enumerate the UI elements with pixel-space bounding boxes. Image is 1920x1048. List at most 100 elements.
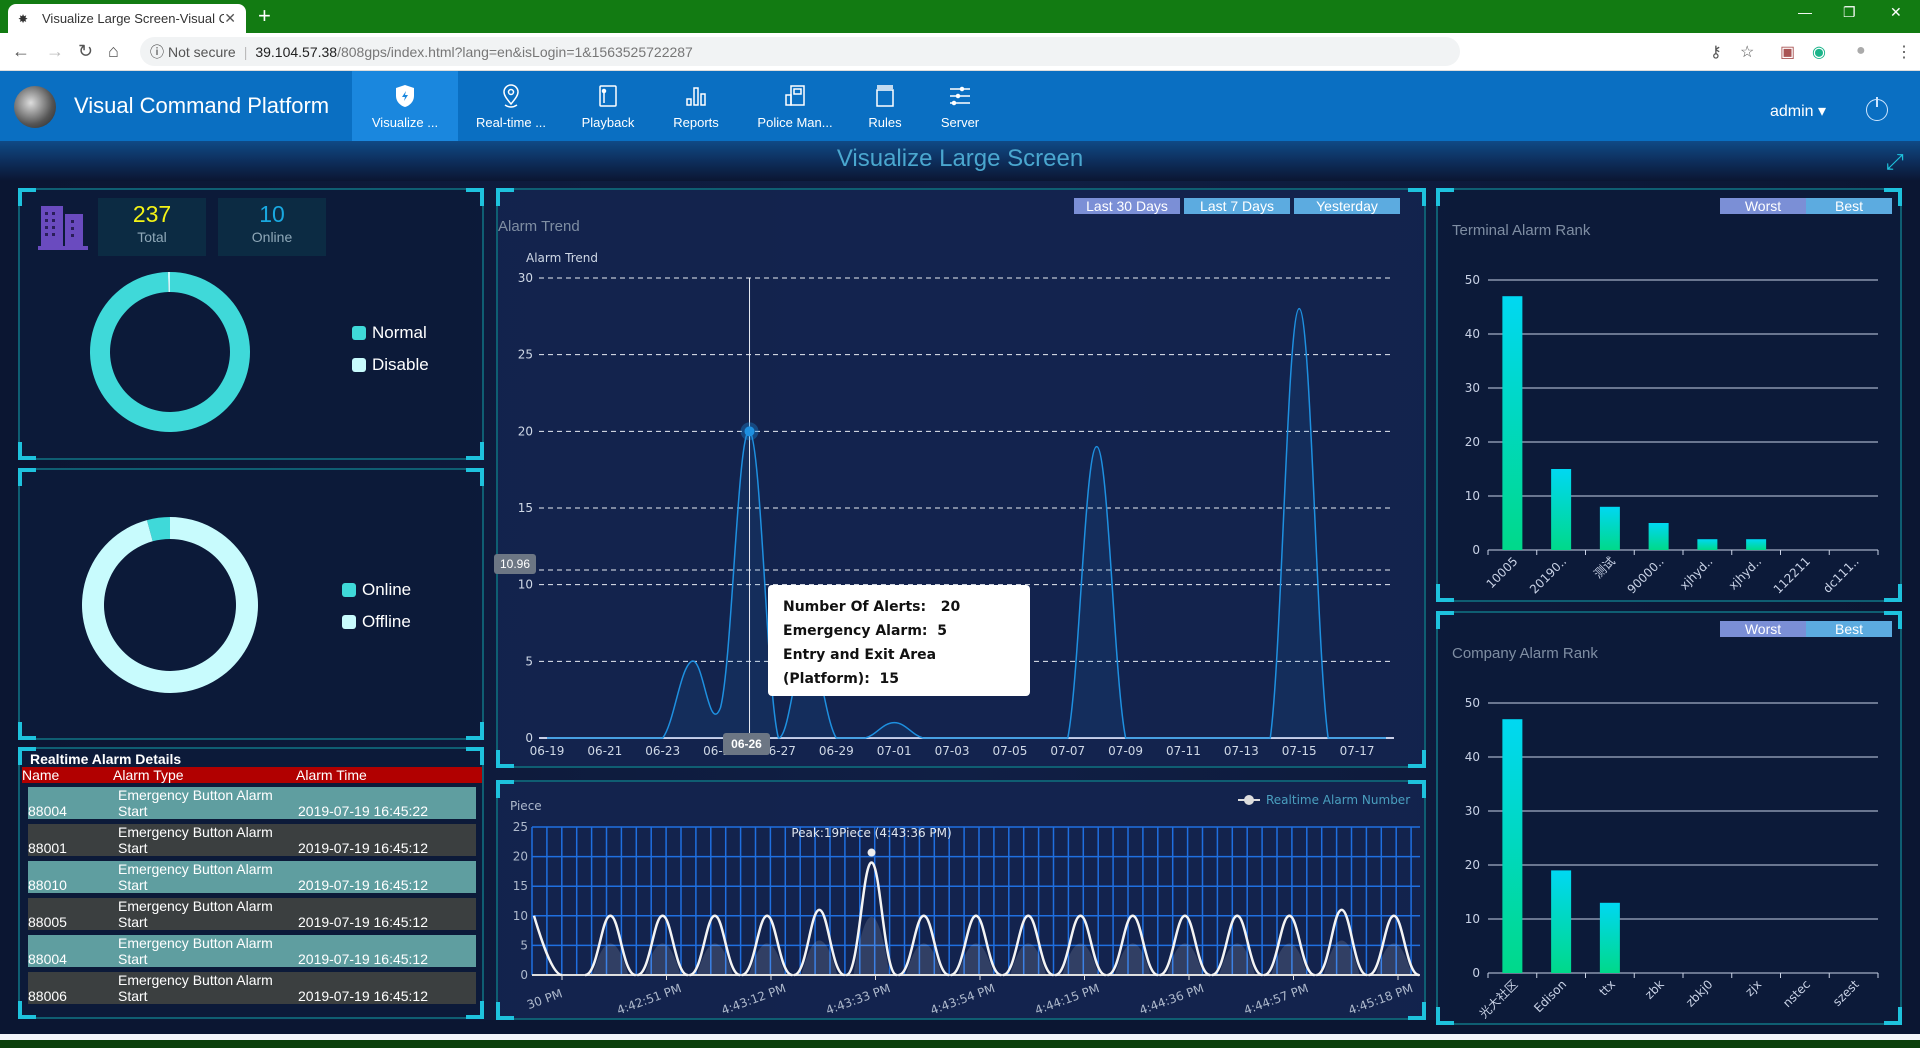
col-alarm-type: Alarm Type: [113, 767, 184, 783]
minimize-icon[interactable]: —: [1798, 4, 1812, 20]
highlight-point: [744, 426, 755, 437]
police-device-icon: [785, 84, 805, 106]
legend-item-normal[interactable]: Normal: [352, 323, 429, 343]
nav-realtime[interactable]: Real-time ...: [458, 71, 564, 141]
app-logo: [14, 86, 56, 128]
online-donut-chart: [82, 517, 259, 693]
alarm-row[interactable]: 88005 Emergency Button Alarm Start 2019-07…: [28, 898, 476, 930]
x-tick-label: zbk: [1642, 977, 1667, 1002]
x-tick-label: 4:43:33 PM: [824, 981, 892, 1017]
nav-server[interactable]: Server: [920, 71, 1000, 141]
legend-item-disable[interactable]: Disable: [352, 355, 429, 375]
bar-chart-icon: [686, 86, 706, 106]
legend-label: Realtime Alarm Number: [1266, 793, 1410, 807]
nav-police-management[interactable]: Police Man...: [740, 71, 850, 141]
nav-label: Real-time ...: [475, 114, 547, 130]
tooltip-row: Number Of Alerts: 20: [783, 599, 961, 615]
x-tick-label: 4:44:57 PM: [1242, 981, 1310, 1017]
key-icon[interactable]: ⚷: [1710, 42, 1722, 62]
home-icon[interactable]: ⌂: [108, 41, 119, 62]
browser-tab[interactable]: ✸ Visualize Large Screen-Visual C ✕: [8, 4, 246, 33]
tab-title: Visualize Large Screen-Visual C: [42, 11, 225, 26]
x-tick-label: 4:43:12 PM: [719, 981, 787, 1017]
alarm-type: Emergency Button Alarm Start: [118, 861, 273, 893]
bookmark-star-icon[interactable]: ☆: [1740, 42, 1754, 62]
alarm-row[interactable]: 88006 Emergency Button Alarm Start 2019-07…: [28, 972, 476, 1004]
reload-icon[interactable]: ↻: [78, 41, 93, 62]
browser-tab-strip: ✸ Visualize Large Screen-Visual C ✕ + — …: [0, 0, 1920, 33]
alarm-time: 2019-07-19 16:45:12: [298, 988, 428, 1004]
alarm-time: 2019-07-19 16:45:12: [298, 951, 428, 967]
new-tab-button[interactable]: +: [258, 3, 271, 29]
dashboard: Visualize Large Screen ⤢ 237 Total 10 On…: [0, 141, 1920, 1025]
alarm-name: 88005: [28, 914, 67, 930]
y-axis-title: Alarm Trend: [526, 251, 598, 265]
x-tick-label: 测试: [1590, 554, 1618, 582]
alarm-type: Emergency Button Alarm Start: [118, 898, 273, 930]
url-input[interactable]: ⓘ Not secure | 39.104.57.38/808gps/index…: [140, 37, 1460, 66]
restore-icon[interactable]: ❐: [1843, 4, 1856, 21]
profile-avatar-icon[interactable]: ●: [1856, 42, 1866, 60]
tooltip-row: Entry and Exit Area (Platform): 15: [783, 647, 937, 687]
y-tick-label: 10: [1465, 489, 1480, 503]
alarm-row[interactable]: 88004 Emergency Button Alarm Start 2019-07…: [28, 787, 476, 819]
nav-label: Server: [940, 114, 980, 130]
x-tick-label: 07-17: [1340, 744, 1375, 758]
nav-visualize[interactable]: Visualize ...: [352, 71, 458, 141]
menu-kebab-icon[interactable]: ⋮: [1896, 42, 1912, 62]
y-tick-label: 10: [518, 578, 533, 592]
x-tick-label: 07-13: [1224, 744, 1259, 758]
pdf-extension-icon[interactable]: ▣: [1780, 42, 1795, 62]
alarm-type: Emergency Button Alarm Start: [118, 824, 273, 856]
user-menu[interactable]: admin ▾: [1770, 101, 1826, 121]
y-tick-label: 15: [513, 879, 528, 893]
online-label: Online: [251, 229, 293, 245]
x-tick-label: 07-11: [1166, 744, 1201, 758]
online-legend: Online Offline: [342, 580, 411, 644]
close-window-icon[interactable]: ✕: [1890, 4, 1902, 21]
alarm-row[interactable]: 88004 Emergency Button Alarm Start 2019-07…: [28, 935, 476, 967]
fullscreen-icon[interactable]: ⤢: [1886, 149, 1904, 175]
close-tab-icon[interactable]: ✕: [224, 10, 236, 27]
vehicle-status-panel: 237 Total 10 Online Normal Disable: [18, 188, 484, 460]
sync-extension-icon[interactable]: ◉: [1812, 42, 1826, 62]
alarm-row[interactable]: 88010 Emergency Button Alarm Start 2019-07…: [28, 861, 476, 893]
total-label: Total: [137, 229, 167, 245]
y-tick-label: 0: [525, 731, 533, 745]
back-icon[interactable]: ←: [12, 41, 30, 62]
nav-rules[interactable]: Rules: [850, 71, 920, 141]
y-tick-label: 40: [1465, 750, 1480, 764]
url-path: /808gps/index.html?lang=en&isLogin=1&156…: [337, 43, 693, 60]
bar: [1599, 506, 1620, 550]
x-tick-label: 90000..: [1624, 554, 1666, 596]
legend-item-offline[interactable]: Offline: [342, 612, 411, 632]
nav-playback[interactable]: Playback: [564, 71, 652, 141]
alarm-time: 2019-07-19 16:45:12: [298, 914, 428, 930]
alarm-name: 88001: [28, 840, 67, 856]
alarm-row[interactable]: 88001 Emergency Button Alarm Start 2019-07…: [28, 824, 476, 856]
nav-reports[interactable]: Reports: [652, 71, 740, 141]
x-tick-label: 07-15: [1282, 744, 1317, 758]
x-tick-label: dc111..: [1820, 554, 1862, 596]
legend-item-online[interactable]: Online: [342, 580, 411, 600]
forward-icon[interactable]: →: [46, 41, 64, 62]
alarm-details-panel: Realtime Alarm Details Name Alarm Type A…: [18, 747, 484, 1019]
realtime-alarm-panel: Piece Realtime Alarm Number 0 5 10 15 20 25 Peak…: [496, 780, 1426, 1020]
x-tick-label: 06-19: [530, 744, 565, 758]
alarm-table-header: Name Alarm Type Alarm Time: [22, 767, 482, 783]
y-tick-label: 10: [1465, 912, 1480, 926]
x-tick-label: 07-01: [877, 744, 912, 758]
y-tick-label: 20: [1465, 435, 1480, 449]
app-title: Visual Command Platform: [74, 93, 330, 118]
y-tick-label: 15: [518, 501, 533, 515]
status-legend: Normal Disable: [352, 323, 429, 387]
power-icon[interactable]: [1866, 97, 1888, 121]
sliders-icon: [950, 86, 970, 105]
info-icon[interactable]: ⓘ: [150, 42, 164, 62]
total-stat: 237 Total: [98, 198, 206, 256]
x-tick-label: 光大社区: [1476, 977, 1521, 1022]
bar: [1502, 296, 1523, 550]
username: admin: [1770, 103, 1814, 120]
col-name: Name: [22, 767, 60, 783]
nav-label: Reports: [673, 114, 719, 130]
